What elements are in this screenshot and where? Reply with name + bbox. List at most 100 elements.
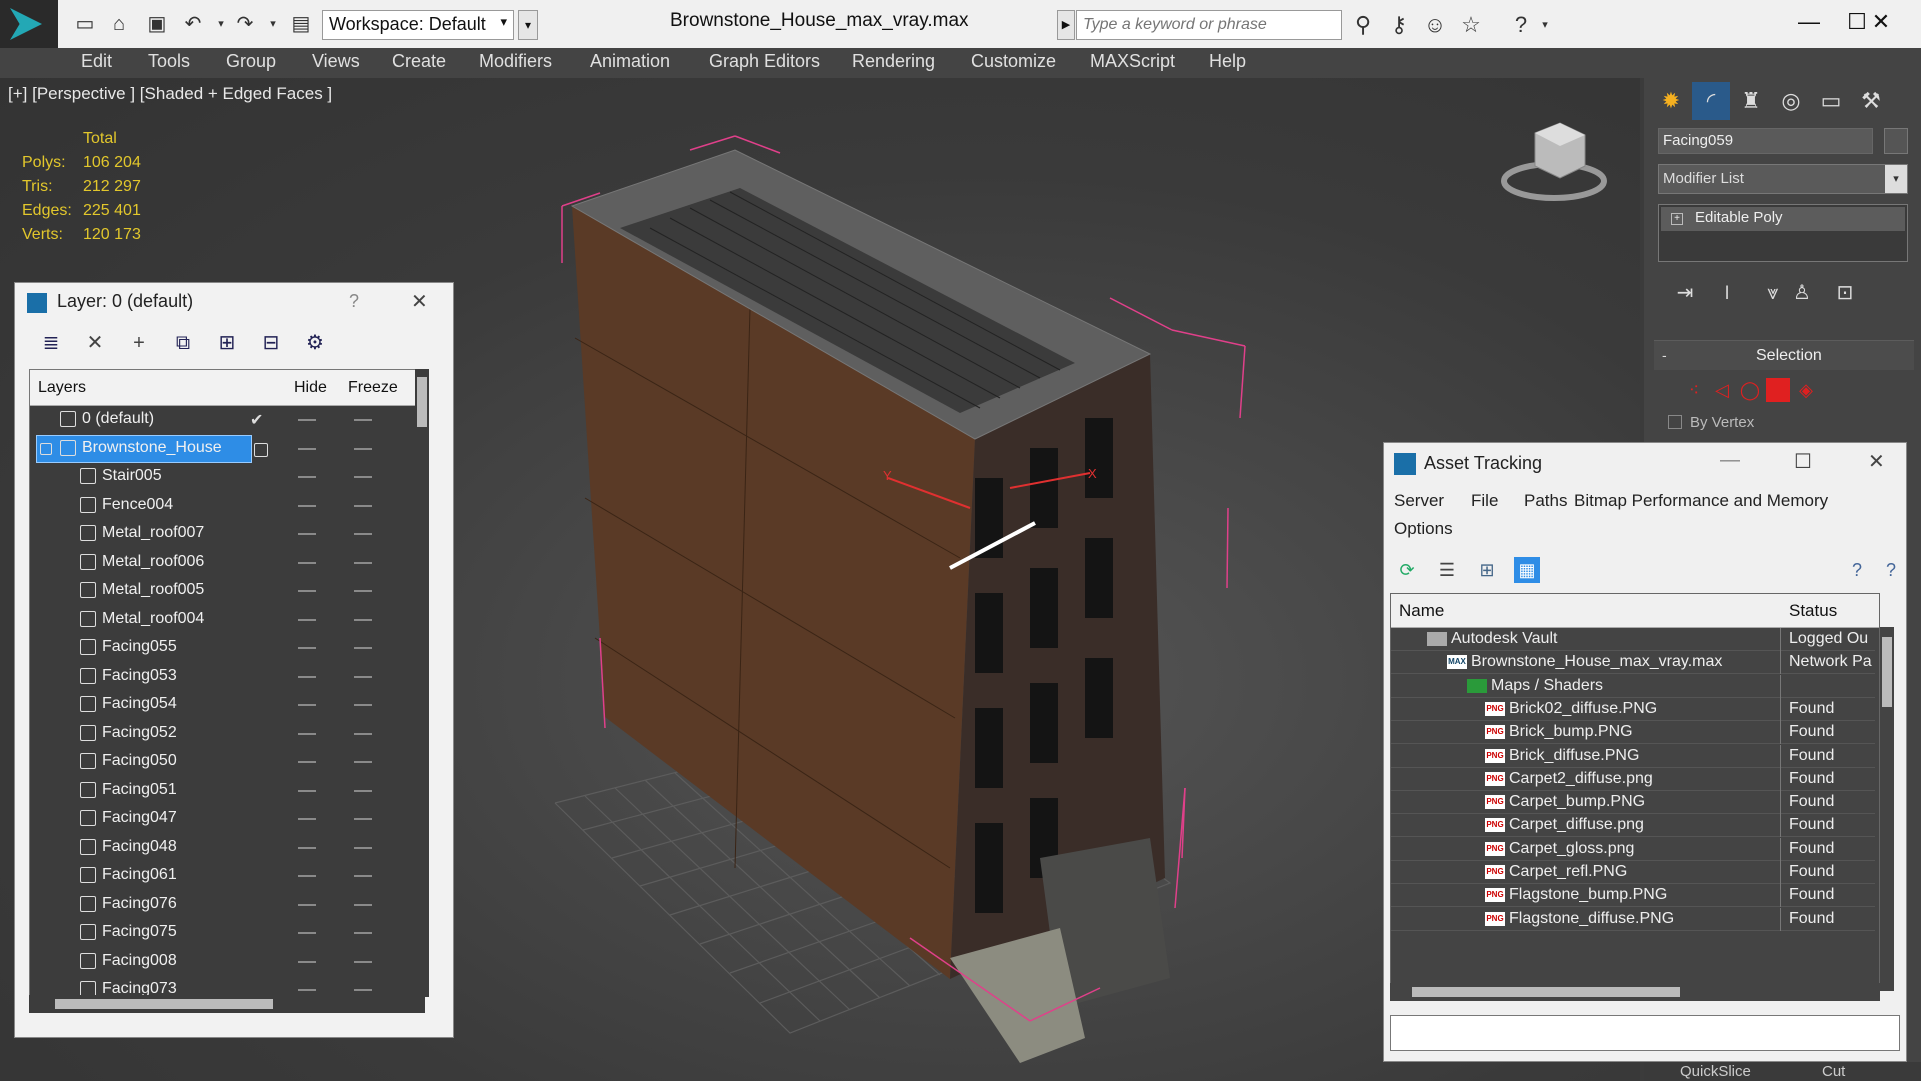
layer-row[interactable]: 0 (default) ✔ (30, 406, 410, 434)
asset-row[interactable]: Maps / Shaders (1391, 674, 1875, 698)
make-unique-icon[interactable]: ⩔ (1758, 278, 1788, 308)
freeze-toggle[interactable] (354, 846, 372, 849)
remove-modifier-icon[interactable]: ♙ (1787, 278, 1817, 308)
freeze-toggle[interactable] (354, 989, 372, 991)
user-icon[interactable]: ☺ (1420, 10, 1450, 40)
help-dropdown-icon[interactable]: ▾ (1530, 10, 1560, 40)
current-layer-check-icon[interactable]: ✔ (250, 410, 263, 430)
hide-toggle[interactable] (298, 903, 316, 906)
selection-rollout-header[interactable]: - Selection (1654, 340, 1914, 370)
freeze-toggle[interactable] (354, 704, 372, 706)
asset-table-horizontal-scrollbar[interactable] (1390, 983, 1880, 1001)
checkbox[interactable] (1668, 415, 1682, 429)
menu-modifiers[interactable]: Modifiers (479, 51, 552, 72)
border-mode-icon[interactable]: ◯ (1738, 378, 1762, 402)
freeze-toggle[interactable] (354, 875, 372, 877)
layer-list-vertical-scrollbar[interactable] (415, 369, 429, 997)
layer-row[interactable]: Facing050 (30, 748, 410, 776)
scrollbar-thumb[interactable] (55, 999, 273, 1009)
layer-row[interactable]: Metal_roof007 (30, 520, 410, 548)
freeze-toggle[interactable] (354, 675, 372, 678)
freeze-toggle[interactable] (354, 903, 372, 906)
layer-panel-titlebar[interactable]: Layer: 0 (default) ? ✕ (15, 283, 453, 321)
asset-row[interactable]: MAX Brownstone_House_max_vray.max Network … (1391, 651, 1875, 675)
hide-toggle[interactable] (298, 989, 316, 991)
modify-tab-icon[interactable]: ◜ (1692, 82, 1730, 120)
hide-toggle[interactable] (298, 704, 316, 706)
help-icon[interactable]: ? (1844, 557, 1870, 583)
show-end-result-icon[interactable]: ⏽ (1712, 278, 1742, 308)
scrollbar-thumb[interactable] (1882, 637, 1892, 707)
utilities-tab-icon[interactable]: ⚒ (1852, 82, 1890, 120)
menu-customize[interactable]: Customize (971, 51, 1056, 72)
asset-table-vertical-scrollbar[interactable] (1880, 627, 1894, 991)
undo-dropdown-icon[interactable]: ▾ (208, 12, 234, 36)
close-icon[interactable]: ✕ (1868, 449, 1885, 474)
asset-row[interactable]: PNG Brick_diffuse.PNG Found (1391, 744, 1875, 768)
asset-row[interactable]: PNG Brick_bump.PNG Found (1391, 721, 1875, 745)
layer-row[interactable]: Facing075 (30, 919, 410, 947)
scrollbar-thumb[interactable] (1412, 987, 1680, 997)
asset-status-field[interactable] (1390, 1015, 1900, 1051)
hide-toggle[interactable] (298, 846, 316, 849)
asset-row[interactable]: PNG Brick02_diffuse.PNG Found (1391, 697, 1875, 721)
element-mode-icon[interactable]: ◈ (1794, 378, 1818, 402)
hierarchy-tab-icon[interactable]: ♜ (1732, 82, 1770, 120)
freeze-toggle[interactable] (354, 561, 372, 564)
layer-row[interactable]: Fence004 (30, 492, 410, 520)
asset-row[interactable]: PNG Flagstone_diffuse.PNG Found (1391, 907, 1875, 931)
layer-row[interactable]: Facing008 (30, 948, 410, 976)
highlight-layer-icon[interactable]: ⊟ (257, 329, 285, 357)
asset-row[interactable]: PNG Carpet_bump.PNG Found (1391, 791, 1875, 815)
column-layers[interactable]: Layers (38, 379, 86, 397)
asset-row[interactable]: Autodesk Vault Logged Ou (1391, 628, 1875, 651)
hide-toggle[interactable] (298, 647, 316, 649)
asset-row[interactable]: PNG Carpet2_diffuse.png Found (1391, 767, 1875, 791)
motion-tab-icon[interactable]: ◎ (1772, 82, 1810, 120)
hide-toggle[interactable] (298, 561, 316, 564)
hide-toggle[interactable] (298, 932, 316, 934)
hide-toggle[interactable] (298, 476, 316, 478)
object-color-swatch[interactable] (1884, 128, 1908, 154)
add-selection-to-layer-icon[interactable]: ⧉ (169, 329, 197, 357)
layer-row[interactable]: Facing054 (30, 691, 410, 719)
project-folder-icon[interactable]: ▤ (288, 12, 314, 36)
table-view-icon[interactable]: ▦ (1514, 557, 1540, 583)
hide-toggle[interactable] (298, 618, 316, 621)
hide-toggle[interactable] (298, 875, 316, 877)
layer-panel-help-button[interactable]: ? (349, 291, 359, 312)
menu-server[interactable]: Server (1394, 491, 1444, 511)
app-logo[interactable] (0, 0, 58, 48)
layer-row[interactable]: Facing073 (30, 976, 410, 996)
menu-tools[interactable]: Tools (148, 51, 190, 72)
freeze-toggle[interactable] (354, 818, 372, 820)
freeze-toggle[interactable] (354, 960, 372, 963)
freeze-toggle[interactable] (354, 647, 372, 649)
undo-icon[interactable]: ↶ (180, 12, 206, 36)
freeze-toggle[interactable] (354, 533, 372, 535)
minimize-button[interactable]: — (1720, 449, 1740, 472)
hide-toggle[interactable] (298, 419, 316, 421)
layer-row[interactable]: Facing076 (30, 891, 410, 919)
freeze-toggle[interactable] (354, 419, 372, 421)
menu-views[interactable]: Views (312, 51, 360, 72)
column-name[interactable]: Name (1399, 601, 1444, 621)
layer-row[interactable]: Metal_roof005 (30, 577, 410, 605)
modifier-list-dropdown[interactable]: Modifier List ▾ (1658, 164, 1908, 194)
close-icon[interactable]: ✕ (411, 289, 428, 314)
hide-toggle[interactable] (298, 960, 316, 963)
layer-row[interactable]: Facing061 (30, 862, 410, 890)
workspace-select[interactable]: Workspace: Default ▾ (322, 10, 514, 40)
layer-list-horizontal-scrollbar[interactable] (29, 995, 425, 1013)
column-hide[interactable]: Hide (294, 379, 327, 397)
menu-maxscript[interactable]: MAXScript (1090, 51, 1175, 72)
menu-options[interactable]: Options (1394, 519, 1453, 539)
refresh-icon[interactable]: ⟳ (1394, 557, 1420, 583)
layer-row[interactable]: Facing048 (30, 834, 410, 862)
asset-row[interactable]: PNG Carpet_gloss.png Found (1391, 837, 1875, 861)
edge-mode-icon[interactable]: ◁ (1710, 378, 1734, 402)
save-icon[interactable]: ▣ (144, 12, 170, 36)
layer-row[interactable]: Stair005 (30, 463, 410, 491)
asset-tracking-titlebar[interactable]: Asset Tracking — ☐ ✕ (1384, 443, 1906, 485)
cut-button[interactable]: Cut (1822, 1063, 1845, 1080)
